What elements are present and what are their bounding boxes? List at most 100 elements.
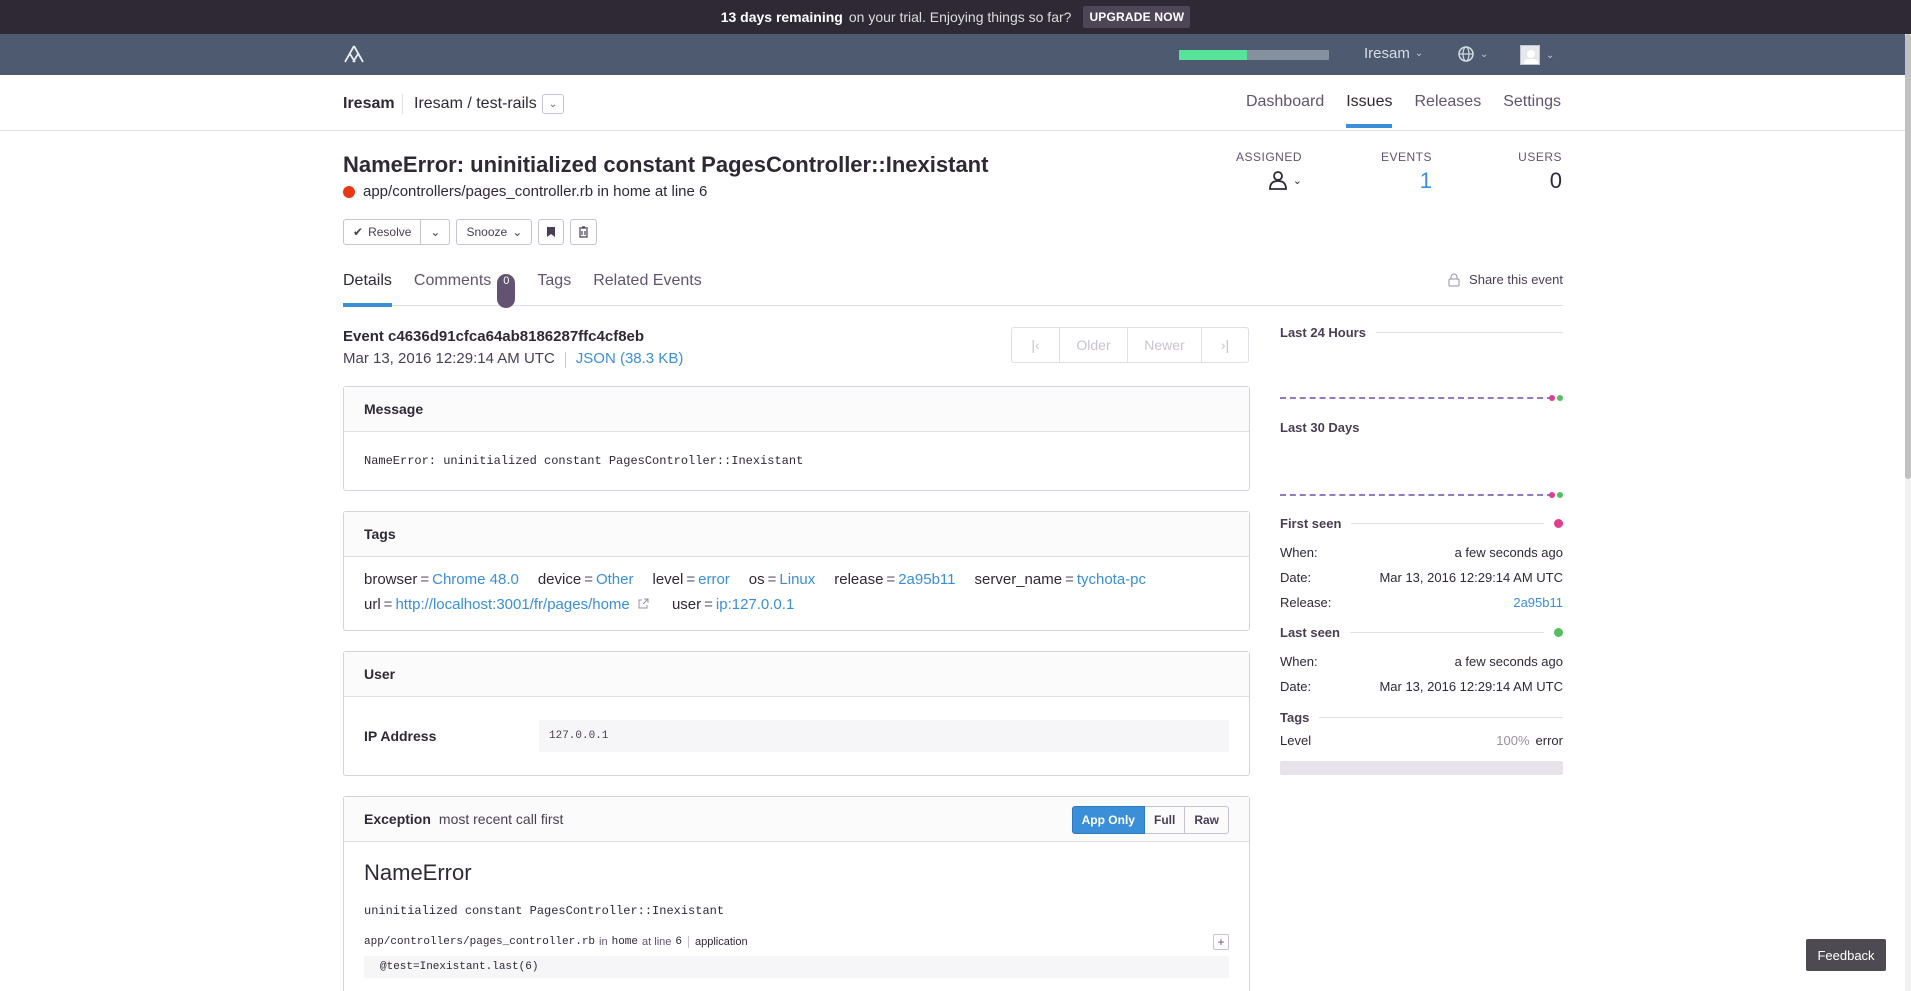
level-tag-row[interactable]: Level 100% error (1280, 728, 1563, 753)
older-button[interactable]: Older (1060, 328, 1128, 362)
tag-value[interactable]: Linux (779, 571, 815, 588)
tag-pill[interactable]: user = ip:127.0.0.1 (672, 596, 794, 613)
ip-label: IP Address (364, 728, 437, 744)
event-pager: |‹ Older Newer ›| (1011, 327, 1249, 363)
first-page-icon: |‹ (1031, 337, 1040, 353)
event-meta: Mar 13, 2016 12:29:14 AM UTC JSON (38.3 … (343, 350, 683, 368)
delete-button[interactable] (570, 219, 598, 245)
resolve-button[interactable]: ✔ Resolve (343, 219, 422, 245)
tab-details[interactable]: Details (343, 272, 392, 307)
tag-pill[interactable]: os = Linux (749, 571, 815, 588)
last-seen-label: Last seen (1280, 625, 1340, 640)
upgrade-button[interactable]: UPGRADE NOW (1083, 6, 1191, 28)
tag-key: release (834, 571, 884, 588)
tag-pill[interactable]: level = error (652, 571, 729, 588)
trial-message: on your trial. Enjoying things so far? (848, 9, 1072, 25)
tag-pill[interactable]: server_name = tychota-pc (975, 571, 1147, 588)
last-seen-details: When: a few seconds ago Date: Mar 13, 2016… (1280, 649, 1563, 699)
tag-pill[interactable]: device = Other (538, 571, 634, 588)
external-link-icon[interactable] (638, 598, 649, 609)
tab-comments[interactable]: Comments 0 (414, 272, 516, 308)
divider (1375, 332, 1563, 333)
project-dropdown-button[interactable]: ⌄ (542, 94, 564, 114)
users-count: 0 (1549, 168, 1562, 193)
newer-button[interactable]: Newer (1128, 328, 1202, 362)
feedback-button[interactable]: Feedback (1806, 939, 1886, 971)
share-event-button[interactable]: Share this event (1447, 272, 1563, 287)
chevron-down-icon: ⌄ (548, 98, 558, 110)
json-link[interactable]: JSON (38.3 KB) (576, 350, 684, 368)
tag-pill[interactable]: browser = Chrome 48.0 (364, 571, 519, 588)
first-seen-dot (1554, 519, 1563, 528)
raw-button[interactable]: Raw (1185, 806, 1229, 834)
divider (564, 352, 566, 368)
tag-equals: = (1065, 571, 1074, 588)
ip-value: 127.0.0.1 (539, 720, 1229, 752)
stack-frame-header[interactable]: app/controllers/pages_controller.rb in h… (364, 934, 1229, 950)
snooze-label: Snooze (466, 225, 508, 239)
oldest-button[interactable]: |‹ (1012, 328, 1060, 362)
expand-frame-icon[interactable]: + (1213, 934, 1229, 950)
snooze-button[interactable]: Snooze ⌄ (456, 219, 533, 245)
tag-value[interactable]: Chrome 48.0 (432, 571, 519, 588)
sparkline-line (1280, 494, 1553, 496)
tag-value[interactable]: error (698, 571, 730, 588)
breadcrumb-org[interactable]: Iresam (343, 95, 395, 113)
nav-settings[interactable]: Settings (1503, 93, 1561, 128)
language-selector[interactable]: ⌄ (1457, 45, 1488, 63)
org-name: Iresam (1364, 45, 1410, 62)
scrollbar-thumb[interactable] (1905, 34, 1911, 479)
tag-equals: = (886, 571, 896, 588)
nav-dashboard[interactable]: Dashboard (1246, 93, 1324, 128)
user-menu[interactable]: ⌄ (1520, 45, 1554, 65)
culprit-text: app/controllers/pages_controller.rb in h… (363, 183, 708, 200)
tab-tags[interactable]: Tags (537, 272, 571, 306)
tag-value[interactable]: ip:127.0.0.1 (716, 596, 794, 613)
tag-value[interactable]: Other (596, 571, 634, 588)
error-level-indicator (343, 185, 355, 198)
full-button[interactable]: Full (1144, 806, 1186, 834)
comments-count-badge: 0 (497, 274, 516, 308)
org-switcher[interactable]: Iresam ⌄ (1364, 45, 1423, 62)
tab-related-events[interactable]: Related Events (593, 272, 702, 306)
exception-header: Exception most recent call first App Onl… (344, 797, 1249, 842)
assignee-selector[interactable]: ⌄ (1172, 170, 1302, 190)
tags-label: Tags (1280, 710, 1310, 725)
nav-releases[interactable]: Releases (1414, 93, 1481, 128)
globe-icon (1458, 46, 1474, 62)
message-header: Message (344, 387, 1249, 432)
tag-value[interactable]: tychota-pc (1077, 571, 1146, 588)
events-stat[interactable]: EVENTS 1 (1302, 150, 1432, 194)
tab-related-label: Related Events (593, 272, 702, 289)
tag-pill[interactable]: release = 2a95b11 (834, 571, 955, 588)
nav-issues[interactable]: Issues (1346, 93, 1393, 128)
stacktrace-mode-toggle: App Only Full Raw (1071, 806, 1229, 834)
breadcrumb-divider (402, 94, 403, 114)
sparkline-24h[interactable] (1280, 393, 1563, 403)
app-only-button[interactable]: App Only (1071, 806, 1145, 834)
events-count[interactable]: 1 (1302, 168, 1432, 194)
frame-line: 6 (675, 936, 682, 948)
sparkline-point (1549, 395, 1555, 401)
release-link[interactable]: 2a95b11 (1513, 595, 1563, 610)
sentry-logo-icon[interactable] (343, 44, 365, 64)
resolve-group: ✔ Resolve ⌄ (343, 219, 451, 245)
event-quota-bar (1179, 50, 1329, 60)
breadcrumb-project[interactable]: Iresam / test-rails (414, 95, 537, 113)
tag-value[interactable]: http://localhost:3001/fr/pages/home (395, 596, 629, 613)
users-label: USERS (1518, 150, 1562, 164)
frame-in-text: in (599, 936, 608, 948)
sparkline-30d[interactable] (1280, 490, 1563, 500)
bookmark-button[interactable] (538, 219, 565, 245)
issue-tabs: Details Comments 0 Tags Related Events (343, 272, 1563, 308)
divider (1319, 717, 1563, 718)
level-distribution-bar[interactable] (1280, 761, 1563, 775)
message-text: NameError: uninitialized constant PagesC… (364, 454, 804, 468)
tag-value[interactable]: 2a95b11 (898, 571, 955, 588)
resolve-dropdown-button[interactable]: ⌄ (421, 219, 451, 245)
top-navbar: Iresam ⌄ ⌄ ⌄ (0, 34, 1911, 75)
newest-button[interactable]: ›| (1202, 328, 1248, 362)
exception-subtitle: most recent call first (438, 811, 564, 827)
tag-pill[interactable]: url = http://localhost:3001/fr/pages/home (364, 596, 649, 613)
tag-equals: = (704, 596, 713, 613)
